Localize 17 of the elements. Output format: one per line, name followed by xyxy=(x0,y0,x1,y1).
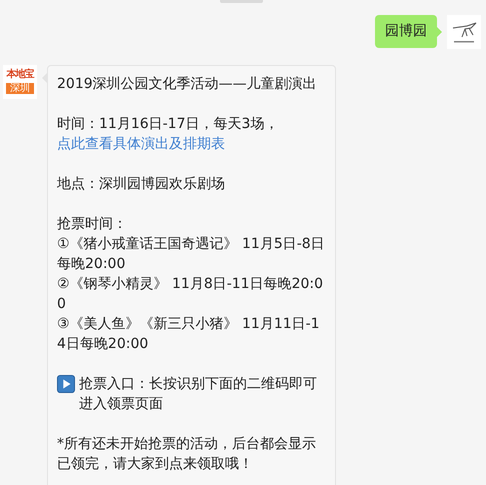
bubble-tail xyxy=(437,27,442,37)
message-text: 抢票时间： xyxy=(57,215,128,234)
play-icon xyxy=(57,375,75,393)
logo-brand: 本地宝 xyxy=(6,70,34,80)
message-text: 2019深圳公园文化季活动——儿童剧演出 xyxy=(57,75,318,94)
schedule-link[interactable]: 点此查看具体演出及排期表 xyxy=(57,136,225,152)
message-text: 地点：深圳园博园欢乐剧场 xyxy=(57,175,226,194)
message-text: 抢票入口：长按识别下面的二维码即可进入领票页面 xyxy=(79,375,318,414)
avatar-logo[interactable]: 本地宝 深圳 xyxy=(3,65,37,99)
message-text: 时间：11月16日-17日，每天3场， 点此查看具体演出及排期表 xyxy=(57,115,280,154)
message-bubble: 园博园 xyxy=(375,15,437,48)
avatar-icon[interactable] xyxy=(447,15,481,49)
message-text: ①《猪小戒童话王国奇遇记》 11月5日-8日每晚20:00 xyxy=(57,235,325,274)
message-text: ②《钢琴小精灵》 11月8日-11日每晚20:00 xyxy=(57,275,324,314)
message-text: *所有还未开始抢票的活动，后台都会显示已领完，请大家到点来领取哦！ xyxy=(57,435,317,474)
logo-city: 深圳 xyxy=(6,83,34,94)
message-text: ③《美人鱼》《新三只小猪》 11月11日-14日每晚20:00 xyxy=(57,315,321,354)
